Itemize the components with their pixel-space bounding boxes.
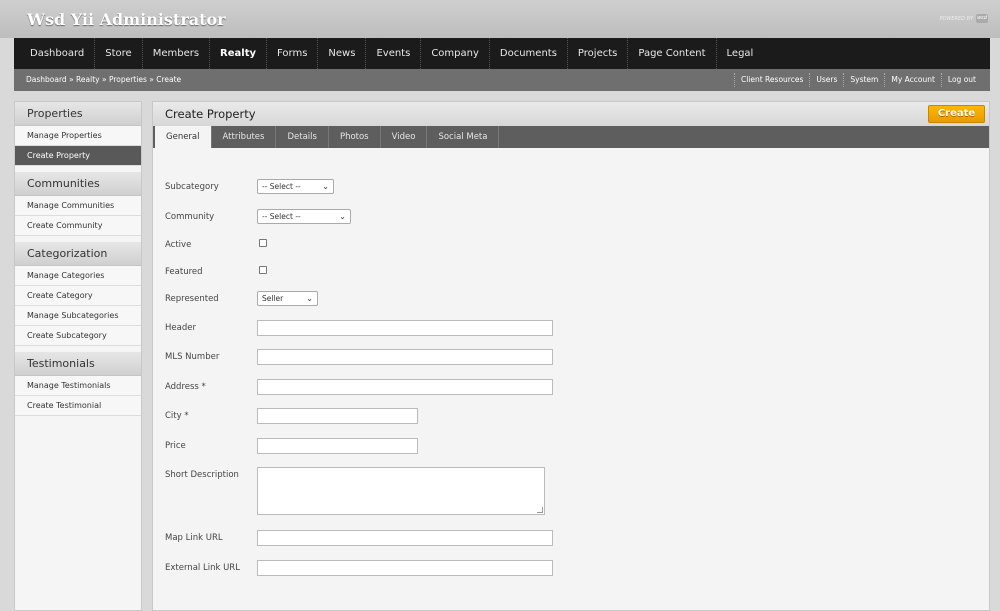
content-header: Create Property Create xyxy=(153,102,989,126)
sidebar-item-create-testimonial[interactable]: Create Testimonial xyxy=(15,396,141,416)
system-link[interactable]: System xyxy=(843,73,884,87)
short-description-label: Short Description xyxy=(165,470,239,480)
represented-select-value: Seller xyxy=(262,294,284,303)
sidebar-section-categorization: Categorization xyxy=(15,242,141,266)
sub-bar: Dashboard » Realty » Properties » Create… xyxy=(14,69,990,91)
subcategory-row: Subcategory -- Select -- ⌄ xyxy=(165,179,334,194)
nav-forms[interactable]: Forms xyxy=(267,38,319,69)
city-label: City * xyxy=(165,411,189,421)
active-row: Active xyxy=(165,239,267,250)
featured-label: Featured xyxy=(165,267,203,277)
sidebar-item-manage-subcategories[interactable]: Manage Subcategories xyxy=(15,306,141,326)
nav-news[interactable]: News xyxy=(318,38,367,69)
sidebar-item-create-subcategory[interactable]: Create Subcategory xyxy=(15,326,141,346)
sidebar-item-manage-categories[interactable]: Manage Categories xyxy=(15,266,141,286)
wsd-logo-icon: wsd xyxy=(976,14,988,23)
map-link-url-input[interactable] xyxy=(257,530,553,546)
create-button[interactable]: Create xyxy=(928,105,985,123)
external-link-url-label: External Link URL xyxy=(165,563,240,573)
address-label: Address * xyxy=(165,382,206,392)
sidebar-item-manage-communities[interactable]: Manage Communities xyxy=(15,196,141,216)
sidebar-section-communities: Communities xyxy=(15,172,141,196)
header-input[interactable] xyxy=(257,320,553,336)
map-link-url-label: Map Link URL xyxy=(165,533,223,543)
sidebar-item-manage-properties[interactable]: Manage Properties xyxy=(15,126,141,146)
nav-page-content[interactable]: Page Content xyxy=(628,38,717,69)
logout-link[interactable]: Log out xyxy=(940,73,982,87)
featured-row: Featured xyxy=(165,266,267,277)
sidebar-section-properties: Properties xyxy=(15,102,141,126)
chevron-down-icon: ⌄ xyxy=(322,182,329,191)
client-resources-link[interactable]: Client Resources xyxy=(733,73,809,87)
tab-bar: General Attributes Details Photos Video … xyxy=(153,126,989,148)
sidebar: Properties Manage Properties Create Prop… xyxy=(14,101,142,611)
city-input[interactable] xyxy=(257,408,418,424)
address-input[interactable] xyxy=(257,379,553,395)
nav-documents[interactable]: Documents xyxy=(490,38,568,69)
price-label: Price xyxy=(165,441,186,451)
chevron-down-icon: ⌄ xyxy=(339,212,346,221)
subcategory-select-value: -- Select -- xyxy=(262,182,301,191)
sidebar-section-testimonials: Testimonials xyxy=(15,352,141,376)
city-row: City * xyxy=(165,408,418,424)
tab-photos[interactable]: Photos xyxy=(329,126,381,148)
breadcrumb[interactable]: Dashboard » Realty » Properties » Create xyxy=(26,69,181,91)
powered-by-text: POWERED BY xyxy=(939,15,973,22)
nav-store[interactable]: Store xyxy=(95,38,143,69)
sidebar-item-create-category[interactable]: Create Category xyxy=(15,286,141,306)
represented-select[interactable]: Seller ⌄ xyxy=(257,291,318,306)
nav-dashboard[interactable]: Dashboard xyxy=(20,38,96,69)
app-title: Wsd Yii Administrator xyxy=(27,10,226,29)
subcategory-label: Subcategory xyxy=(165,181,219,192)
nav-company[interactable]: Company xyxy=(421,38,490,69)
short-description-row: Short Description xyxy=(165,467,545,515)
my-account-link[interactable]: My Account xyxy=(884,73,941,87)
sidebar-item-manage-testimonials[interactable]: Manage Testimonials xyxy=(15,376,141,396)
tab-video[interactable]: Video xyxy=(381,126,428,148)
sidebar-item-create-property[interactable]: Create Property xyxy=(15,146,141,166)
mls-number-label: MLS Number xyxy=(165,352,220,362)
nav-realty[interactable]: Realty xyxy=(210,38,268,69)
active-label: Active xyxy=(165,240,192,250)
tab-general[interactable]: General xyxy=(155,126,212,148)
community-select-value: -- Select -- xyxy=(262,212,301,221)
tab-social-meta[interactable]: Social Meta xyxy=(427,126,500,148)
mls-number-row: MLS Number xyxy=(165,349,553,365)
short-description-textarea[interactable] xyxy=(257,467,545,515)
external-link-url-input[interactable] xyxy=(257,560,553,576)
community-select[interactable]: -- Select -- ⌄ xyxy=(257,209,351,224)
tab-details[interactable]: Details xyxy=(276,126,329,148)
subcategory-select[interactable]: -- Select -- ⌄ xyxy=(257,179,334,194)
page-title: Create Property xyxy=(165,107,256,121)
price-input[interactable] xyxy=(257,438,418,454)
price-row: Price xyxy=(165,438,418,454)
chevron-down-icon: ⌄ xyxy=(306,294,313,303)
tab-attributes[interactable]: Attributes xyxy=(212,126,277,148)
featured-checkbox[interactable] xyxy=(259,266,267,274)
map-link-url-row: Map Link URL xyxy=(165,530,553,546)
nav-projects[interactable]: Projects xyxy=(568,38,629,69)
mls-number-input[interactable] xyxy=(257,349,553,365)
active-checkbox[interactable] xyxy=(259,239,267,247)
powered-by: POWERED BY wsd xyxy=(939,14,988,23)
header-row: Header xyxy=(165,320,553,336)
nav-legal[interactable]: Legal xyxy=(717,38,764,69)
top-header: Wsd Yii Administrator POWERED BY wsd xyxy=(0,0,1000,38)
users-link[interactable]: Users xyxy=(809,73,843,87)
nav-events[interactable]: Events xyxy=(366,38,422,69)
community-row: Community -- Select -- ⌄ xyxy=(165,209,351,224)
resize-handle-icon[interactable] xyxy=(537,507,543,513)
main-nav: Dashboard Store Members Realty Forms New… xyxy=(14,38,990,69)
sidebar-item-create-community[interactable]: Create Community xyxy=(15,216,141,236)
content-panel: Create Property Create General Attribute… xyxy=(152,101,990,611)
represented-label: Represented xyxy=(165,293,219,304)
nav-members[interactable]: Members xyxy=(143,38,211,69)
address-row: Address * xyxy=(165,379,553,395)
community-label: Community xyxy=(165,211,215,222)
header-label: Header xyxy=(165,323,196,333)
utility-links: Client Resources Users System My Account… xyxy=(733,69,982,91)
represented-row: Represented Seller ⌄ xyxy=(165,291,318,306)
external-link-url-row: External Link URL xyxy=(165,560,553,576)
